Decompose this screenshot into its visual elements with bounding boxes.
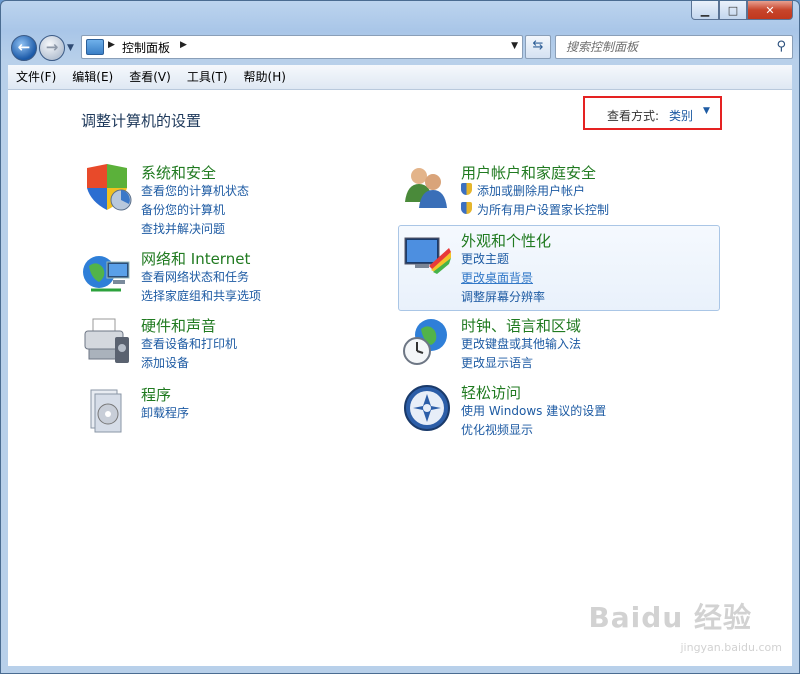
link-add-device[interactable]: 添加设备 <box>141 354 189 371</box>
link-change-keyboard[interactable]: 更改键盘或其他输入法 <box>461 335 581 352</box>
link-label: 添加或删除用户帐户 <box>477 184 586 198</box>
link-parental-controls[interactable]: 为所有用户设置家长控制 <box>461 201 609 218</box>
category-title[interactable]: 网络和 Internet <box>141 248 250 269</box>
users-icon[interactable] <box>401 162 453 214</box>
category-programs[interactable]: 程序 卸载程序 <box>81 384 381 433</box>
link-adjust-resolution[interactable]: 调整屏幕分辨率 <box>461 288 545 305</box>
view-by-dropdown[interactable]: 类别 <box>669 107 693 124</box>
category-title[interactable]: 硬件和声音 <box>141 315 216 336</box>
menu-file[interactable]: 文件(F) <box>8 65 64 89</box>
link-uninstall-program[interactable]: 卸载程序 <box>141 404 189 421</box>
program-icon[interactable] <box>81 384 133 436</box>
category-clock-language-region[interactable]: 时钟、语言和区域 更改键盘或其他输入法 更改显示语言 <box>401 315 701 370</box>
shield-icon[interactable] <box>81 162 133 214</box>
address-dropdown-icon[interactable]: ▼ <box>511 41 518 51</box>
recent-pages-dropdown-icon[interactable]: ▼ <box>67 43 74 53</box>
view-by-label: 查看方式: <box>607 109 660 123</box>
menu-tools[interactable]: 工具(T) <box>179 65 236 89</box>
category-title[interactable]: 外观和个性化 <box>461 230 551 251</box>
minimize-button[interactable]: ▁ <box>691 1 719 20</box>
breadcrumb-separator-icon[interactable]: ▶ <box>180 40 187 50</box>
menu-bar: 文件(F) 编辑(E) 查看(V) 工具(T) 帮助(H) <box>8 65 792 90</box>
category-title[interactable]: 轻松访问 <box>461 382 521 403</box>
category-hardware-sound[interactable]: 硬件和声音 查看设备和打印机 添加设备 <box>81 315 381 370</box>
category-title[interactable]: 系统和安全 <box>141 162 216 183</box>
ease-of-access-icon[interactable] <box>401 382 453 434</box>
category-title[interactable]: 程序 <box>141 384 171 405</box>
breadcrumb-separator-icon[interactable]: ▶ <box>108 40 115 50</box>
link-label: 为所有用户设置家长控制 <box>477 203 610 217</box>
control-panel-window: ▁ □ ✕ ← → ▼ ▶ 控制面板 ▶ ▼ ⇆ ⚲ 文件(F) 编辑(E) 查… <box>0 0 800 674</box>
menu-help[interactable]: 帮助(H) <box>236 65 294 89</box>
link-add-remove-accounts[interactable]: 添加或删除用户帐户 <box>461 182 585 199</box>
link-find-fix-problems[interactable]: 查找并解决问题 <box>141 220 225 237</box>
search-icon[interactable]: ⚲ <box>776 39 786 54</box>
category-system-security[interactable]: 系统和安全 查看您的计算机状态 备份您的计算机 查找并解决问题 <box>81 162 381 236</box>
category-user-accounts[interactable]: 用户帐户和家庭安全 添加或删除用户帐户 为所有用户设置家长控制 <box>401 162 701 218</box>
link-windows-recommended-settings[interactable]: 使用 Windows 建议的设置 <box>461 402 606 419</box>
category-ease-of-access[interactable]: 轻松访问 使用 Windows 建议的设置 优化视频显示 <box>401 382 701 437</box>
watermark-url: jingyan.baidu.com <box>680 641 782 654</box>
uac-shield-icon <box>461 183 472 195</box>
category-title[interactable]: 时钟、语言和区域 <box>461 315 581 336</box>
link-backup-computer[interactable]: 备份您的计算机 <box>141 201 225 218</box>
link-devices-printers[interactable]: 查看设备和打印机 <box>141 335 237 352</box>
chevron-down-icon[interactable]: ▼ <box>703 106 710 116</box>
network-globe-icon[interactable] <box>81 248 133 300</box>
content-pane: 调整计算机的设置 查看方式: 类别 ▼ 系统和安全 查看您的计算机状态 备份您的… <box>8 90 792 666</box>
search-input[interactable] <box>564 39 768 55</box>
link-change-theme[interactable]: 更改主题 <box>461 250 509 267</box>
maximize-button[interactable]: □ <box>719 1 747 20</box>
link-change-desktop-background[interactable]: 更改桌面背景 <box>461 269 533 286</box>
appearance-icon[interactable] <box>401 230 453 282</box>
caption-buttons: ▁ □ ✕ <box>691 1 793 21</box>
navigation-bar: ← → ▼ ▶ 控制面板 ▶ ▼ ⇆ ⚲ <box>9 31 793 61</box>
clock-globe-icon[interactable] <box>401 315 453 367</box>
printer-icon[interactable] <box>81 315 133 367</box>
category-network-internet[interactable]: 网络和 Internet 查看网络状态和任务 选择家庭组和共享选项 <box>81 248 381 303</box>
category-appearance[interactable]: 外观和个性化 更改主题 更改桌面背景 调整屏幕分辨率 <box>401 230 701 304</box>
forward-button[interactable]: → <box>39 35 65 61</box>
refresh-button[interactable]: ⇆ <box>525 35 551 59</box>
page-title: 调整计算机的设置 <box>81 112 202 130</box>
link-network-status[interactable]: 查看网络状态和任务 <box>141 268 249 285</box>
back-button[interactable]: ← <box>11 35 37 61</box>
breadcrumb-control-panel[interactable]: 控制面板 <box>122 39 170 56</box>
uac-shield-icon <box>461 202 472 214</box>
view-by-control: 查看方式: 类别 ▼ <box>583 96 722 130</box>
link-homegroup-sharing[interactable]: 选择家庭组和共享选项 <box>141 287 261 304</box>
link-optimize-visual-display[interactable]: 优化视频显示 <box>461 421 533 438</box>
control-panel-icon <box>86 39 104 55</box>
menu-edit[interactable]: 编辑(E) <box>64 65 121 89</box>
search-box[interactable]: ⚲ <box>555 35 793 59</box>
category-title[interactable]: 用户帐户和家庭安全 <box>461 162 596 183</box>
baidu-watermark: Baidu 经验 <box>588 601 752 634</box>
close-button[interactable]: ✕ <box>747 1 793 20</box>
link-change-display-language[interactable]: 更改显示语言 <box>461 354 533 371</box>
address-bar[interactable]: ▶ 控制面板 ▶ ▼ <box>81 35 523 59</box>
menu-view[interactable]: 查看(V) <box>121 65 179 89</box>
link-view-computer-status[interactable]: 查看您的计算机状态 <box>141 182 249 199</box>
